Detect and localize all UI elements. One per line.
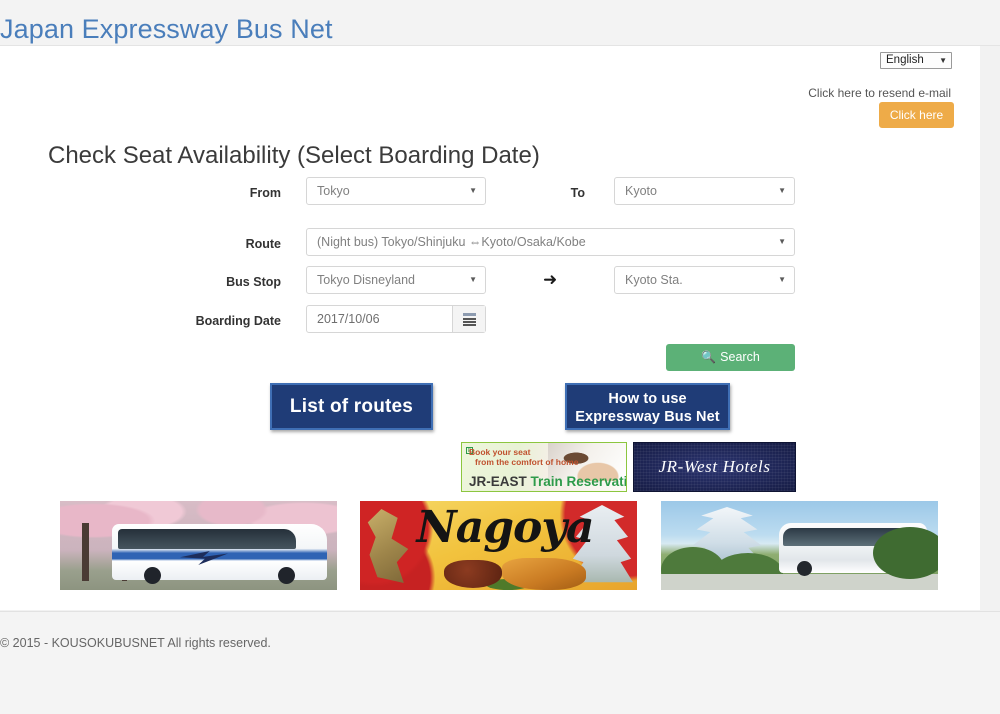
- chevron-down-icon: ▼: [469, 275, 477, 284]
- language-select-value: English: [886, 54, 924, 66]
- route-select[interactable]: (Night bus) Tokyo/Shinjuku ⇔Kyoto/Osaka/…: [306, 228, 795, 256]
- bus-stop-label: Bus Stop: [226, 275, 281, 289]
- bus-wheel: [278, 567, 295, 584]
- route-select-value: (Night bus) Tokyo/Shinjuku ⇔Kyoto/Osaka/…: [317, 235, 586, 249]
- chevron-down-icon: ▼: [778, 275, 786, 284]
- bus-wheel: [797, 561, 812, 576]
- photo-sakura-bus[interactable]: [60, 501, 337, 590]
- ad-banner-jr-west[interactable]: JR-West Hotels: [633, 442, 796, 492]
- chevron-down-icon: ▼: [778, 237, 786, 246]
- bus-wheel: [144, 567, 161, 584]
- from-select-value: Tokyo: [317, 184, 350, 198]
- photo-nagoya[interactable]: Nagoya: [360, 501, 637, 590]
- bus-stop-from-value: Tokyo Disneyland: [317, 273, 415, 287]
- boarding-date-field[interactable]: 2017/10/06: [306, 305, 486, 333]
- from-label: From: [249, 186, 281, 200]
- list-of-routes-button[interactable]: List of routes: [270, 383, 433, 430]
- page-title: Check Seat Availability (Select Boarding…: [48, 142, 540, 169]
- site-brand-title[interactable]: Japan Expressway Bus Net: [0, 14, 333, 44]
- resend-email-button[interactable]: Click here: [879, 102, 954, 128]
- search-button-label: Search: [720, 350, 760, 364]
- site-header: Japan Expressway Bus Net: [0, 0, 1000, 46]
- search-button[interactable]: 🔍 Search: [666, 344, 795, 371]
- ad-banner-jr-east[interactable]: E Book your seat from the comfort of hom…: [461, 442, 627, 492]
- site-footer: © 2015 - KOUSOKUBUSNET All rights reserv…: [0, 611, 1000, 714]
- food-tebasaki: [502, 558, 586, 590]
- to-select-value: Kyoto: [625, 184, 657, 198]
- boarding-date-label: Boarding Date: [195, 314, 281, 328]
- food-miso: [444, 560, 502, 588]
- route-label: Route: [245, 237, 281, 251]
- ad-jr-east-rest: Train Reservation: [530, 474, 627, 489]
- chevron-down-icon: ▼: [778, 186, 786, 195]
- arrow-right-icon: ➜: [543, 270, 558, 289]
- bus-stop-from-select[interactable]: Tokyo Disneyland ▼: [306, 266, 486, 294]
- chevron-down-icon: ▼: [939, 56, 947, 65]
- how-to-use-line2: Expressway Bus Net: [575, 409, 720, 425]
- ad-jr-east-title: JR-EAST Train Reservation: [462, 474, 627, 489]
- language-select[interactable]: English ▼: [880, 52, 952, 69]
- bus-windows: [118, 529, 296, 549]
- ad-jr-east-line2: from the comfort of home: [475, 457, 579, 467]
- calendar-icon: [462, 312, 476, 326]
- boarding-date-input[interactable]: 2017/10/06: [307, 306, 452, 332]
- ad-jr-east-line1: Book your seat: [469, 447, 531, 457]
- tree-trunk: [82, 523, 89, 581]
- resend-email-text: Click here to resend e-mail: [808, 86, 951, 100]
- chevron-down-icon: ▼: [469, 186, 477, 195]
- to-label: To: [570, 186, 585, 200]
- how-to-use-button[interactable]: How to use Expressway Bus Net: [565, 383, 730, 430]
- bus-stop-to-value: Kyoto Sta.: [625, 273, 683, 287]
- how-to-use-line1: How to use: [608, 391, 687, 407]
- page-root: Japan Expressway Bus Net English ▼ Click…: [0, 0, 1000, 714]
- from-select[interactable]: Tokyo ▼: [306, 177, 486, 205]
- search-icon: 🔍: [701, 350, 717, 364]
- photo-nagoya-title: Nagoya: [416, 502, 595, 553]
- to-select[interactable]: Kyoto ▼: [614, 177, 795, 205]
- copyright-text: © 2015 - KOUSOKUBUSNET All rights reserv…: [0, 636, 271, 650]
- right-gutter: [980, 0, 1000, 713]
- bus-stop-to-select[interactable]: Kyoto Sta. ▼: [614, 266, 795, 294]
- photo-osaka-bus[interactable]: [661, 501, 938, 590]
- ad-jr-east-brand: JR-EAST: [469, 474, 527, 489]
- calendar-button[interactable]: [452, 306, 485, 332]
- tree-shape: [873, 527, 938, 579]
